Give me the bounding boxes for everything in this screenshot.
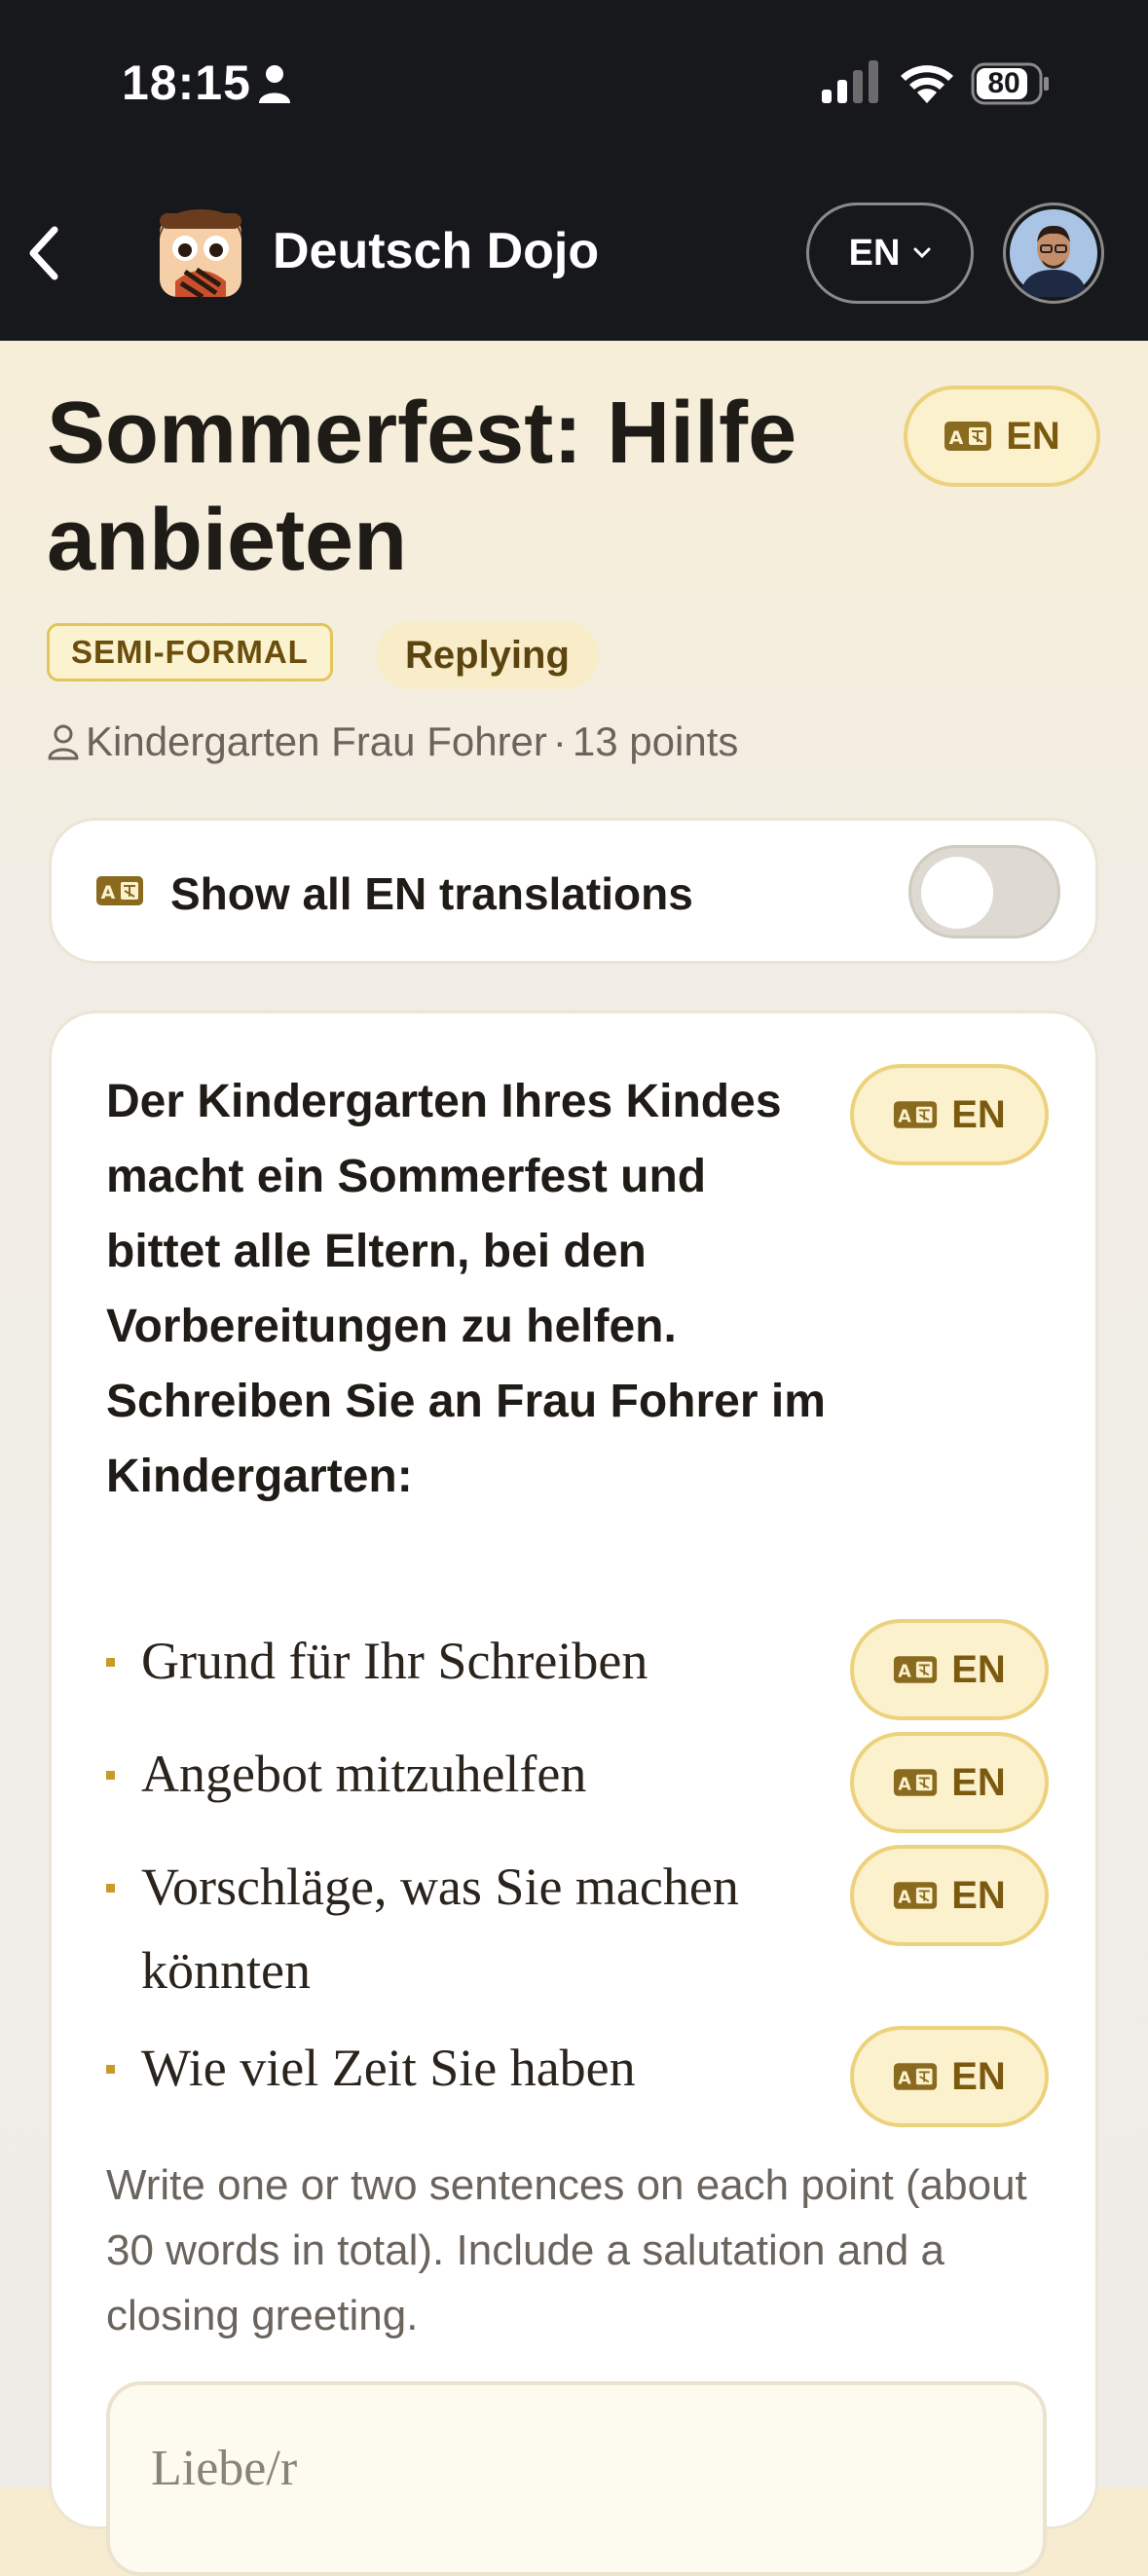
translate-label: EN [1006, 414, 1060, 458]
mode-tag: Replying [376, 621, 599, 689]
svg-text:A: A [949, 427, 964, 449]
bullet-translate-button[interactable]: A EN [850, 2026, 1049, 2127]
top-bar: 18:15 80 Deutsch Dojo EN [0, 0, 1148, 341]
translations-toggle-row[interactable]: A Show all EN translations [49, 818, 1098, 964]
register-tag: SEMI-FORMAL [47, 623, 333, 681]
app-logo [160, 209, 241, 299]
answer-placeholder: Liebe/r [151, 2441, 298, 2496]
svg-text:A: A [898, 1107, 911, 1126]
status-time: 18:15 [122, 55, 251, 110]
back-chevron-icon[interactable] [21, 222, 64, 284]
chevron-down-icon [913, 247, 931, 259]
translate-icon: A [96, 876, 143, 905]
translate-label: EN [951, 1647, 1006, 1691]
avatar-photo [1010, 209, 1097, 297]
wifi-icon [901, 65, 953, 103]
title-translate-button[interactable]: A EN [904, 386, 1100, 487]
bullet-item: Vorschläge, was Sie machen könnten [106, 1845, 866, 2012]
signal-icon [822, 60, 878, 103]
translate-label: EN [951, 1760, 1006, 1804]
svg-text:A: A [898, 1775, 911, 1794]
translate-label: EN [951, 1873, 1006, 1917]
bullet-translate-button[interactable]: A EN [850, 1619, 1049, 1720]
svg-text:A: A [101, 882, 116, 903]
switch-knob [921, 857, 993, 929]
translations-switch[interactable] [908, 845, 1060, 938]
task-instructions: Write one or two sentences on each point… [106, 2161, 1027, 2339]
app-title: Deutsch Dojo [273, 223, 600, 279]
toggle-label: Show all EN translations [170, 868, 693, 919]
translate-icon: A [894, 1101, 938, 1128]
translate-icon: A [944, 422, 992, 451]
svg-text:A: A [898, 2069, 911, 2088]
meta-separator: · [552, 718, 567, 764]
bullet-translate-button[interactable]: A EN [850, 1845, 1049, 1946]
user-avatar[interactable] [1003, 202, 1104, 304]
translate-label: EN [951, 2054, 1006, 2098]
svg-text:A: A [898, 1888, 911, 1907]
task-card: Der Kindergarten Ihres Kindes macht ein … [49, 1011, 1098, 2576]
lesson-title: Sommerfest: Hilfe anbieten [47, 385, 797, 589]
person-icon [259, 65, 290, 103]
task-prompt: Der Kindergarten Ihres Kindes macht ein … [106, 1076, 826, 1502]
lesson-meta: Kindergarten Frau Fohrer · 13 points [47, 718, 738, 765]
svg-text:A: A [898, 1662, 911, 1681]
person-outline-icon [48, 724, 79, 760]
bullet-item: Grund für Ihr Schreiben [106, 1619, 866, 1703]
battery-level: 80 [987, 67, 1020, 99]
language-selector[interactable]: EN [806, 202, 974, 304]
language-label: EN [848, 232, 901, 274]
translate-icon: A [894, 1769, 938, 1796]
recipient-name: Kindergarten Frau Fohrer [86, 718, 547, 764]
translate-icon: A [894, 1656, 938, 1683]
translate-icon: A [894, 1882, 938, 1909]
answer-textarea[interactable]: Liebe/r [106, 2381, 1047, 2576]
bullet-item: Angebot mitzuhelfen [106, 1732, 866, 1816]
translate-label: EN [951, 1092, 1006, 1136]
bullet-item: Wie viel Zeit Sie haben [106, 2026, 866, 2110]
points-count: 13 points [572, 718, 739, 764]
prompt-translate-button[interactable]: A EN [850, 1064, 1049, 1165]
bullet-translate-button[interactable]: A EN [850, 1732, 1049, 1833]
translate-icon: A [894, 2063, 938, 2090]
